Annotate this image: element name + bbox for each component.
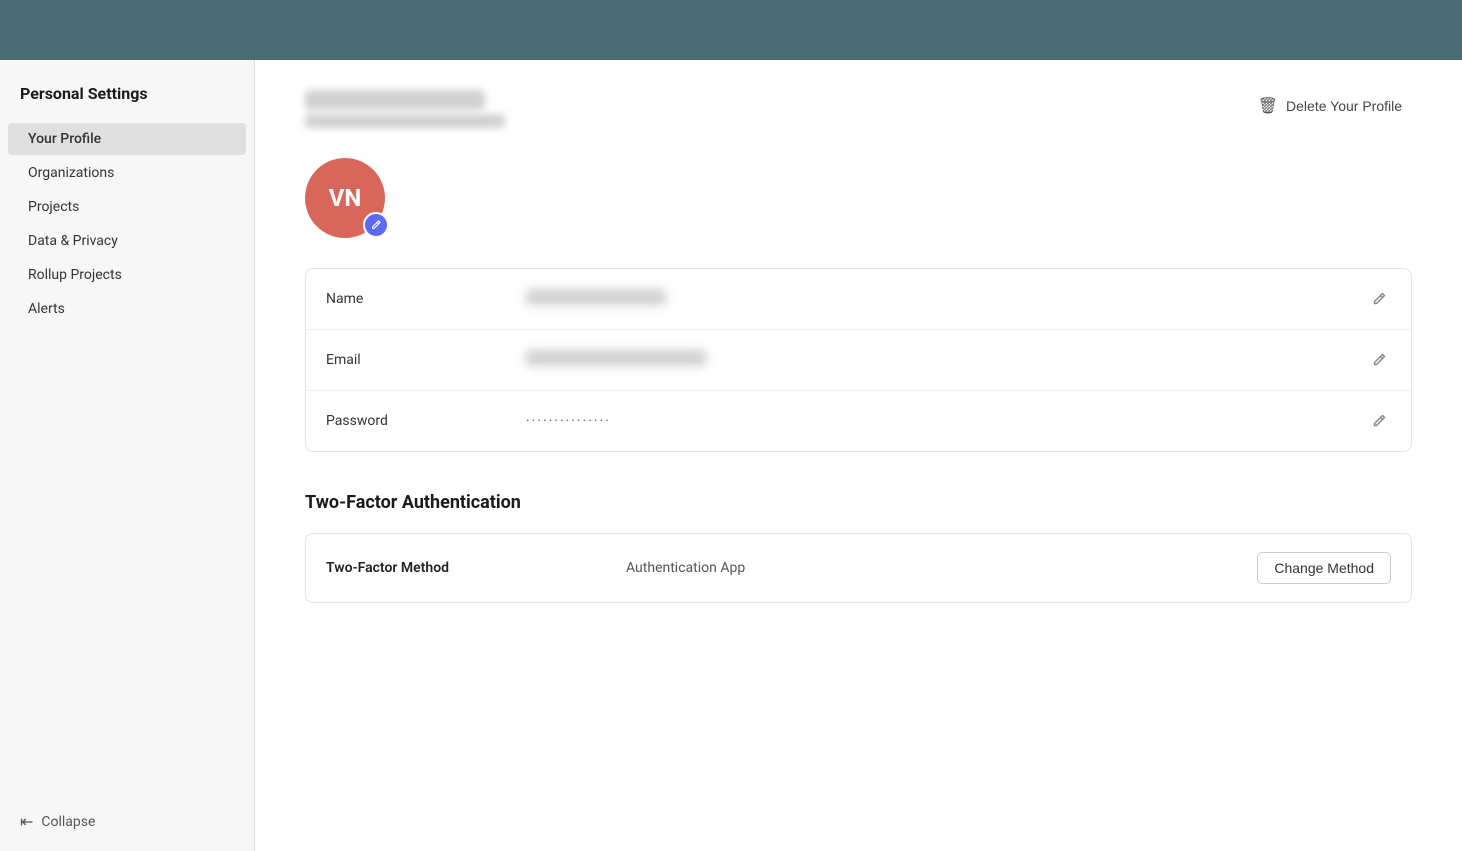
collapse-label: Collapse — [41, 814, 95, 830]
change-method-button[interactable]: Change Method — [1257, 552, 1391, 584]
profile-header: 🗑 Delete Your Profile — [305, 90, 1412, 128]
name-row: Name — [306, 269, 1411, 330]
tfa-method-label: Two-Factor Method — [326, 560, 626, 576]
tfa-method-value: Authentication App — [626, 560, 1257, 576]
sidebar-item-your-profile[interactable]: Your Profile — [8, 123, 246, 155]
main-content: 🗑 Delete Your Profile VN Name — [255, 60, 1462, 851]
name-edit-icon — [1371, 291, 1387, 307]
name-value — [526, 289, 1367, 309]
email-row: Email — [306, 330, 1411, 391]
tfa-section-title: Two-Factor Authentication — [305, 492, 1412, 513]
collapse-icon: ⇤ — [20, 812, 33, 831]
delete-profile-label: Delete Your Profile — [1286, 98, 1402, 114]
email-edit-icon — [1371, 352, 1387, 368]
password-dots: ··············· — [526, 413, 611, 429]
sidebar-item-projects[interactable]: Projects — [8, 191, 246, 223]
email-edit-button[interactable] — [1367, 348, 1391, 372]
profile-info-table: Name Email — [305, 268, 1412, 452]
name-edit-button[interactable] — [1367, 287, 1391, 311]
sidebar: Personal Settings Your Profile Organizat… — [0, 60, 255, 851]
collapse-button[interactable]: ⇤ Collapse — [0, 792, 254, 851]
avatar-section: VN — [305, 158, 385, 238]
name-label: Name — [326, 291, 526, 307]
sidebar-nav: Your Profile Organizations Projects Data… — [0, 123, 254, 325]
sidebar-item-organizations[interactable]: Organizations — [8, 157, 246, 189]
name-blurred — [526, 289, 666, 305]
email-label: Email — [326, 352, 526, 368]
edit-pencil-icon — [370, 219, 382, 231]
password-edit-icon — [1371, 413, 1387, 429]
email-blurred — [526, 350, 706, 366]
sidebar-item-rollup-projects[interactable]: Rollup Projects — [8, 259, 246, 291]
top-bar — [0, 0, 1462, 60]
tfa-method-row: Two-Factor Method Authentication App Cha… — [306, 534, 1411, 602]
profile-name-block — [305, 90, 505, 128]
avatar-initials: VN — [329, 184, 362, 212]
avatar-edit-button[interactable] — [363, 212, 389, 238]
profile-email-blurred — [305, 114, 505, 128]
password-value: ··············· — [526, 413, 1367, 429]
sidebar-item-data-privacy[interactable]: Data & Privacy — [8, 225, 246, 257]
change-method-label: Change Method — [1274, 560, 1374, 576]
delete-profile-button[interactable]: 🗑 Delete Your Profile — [1248, 90, 1412, 122]
password-label: Password — [326, 413, 526, 429]
trash-icon: 🗑 — [1258, 96, 1278, 116]
password-edit-button[interactable] — [1367, 409, 1391, 433]
sidebar-item-alerts[interactable]: Alerts — [8, 293, 246, 325]
sidebar-title: Personal Settings — [0, 84, 254, 123]
email-value — [526, 350, 1367, 370]
profile-name-blurred — [305, 90, 485, 110]
password-row: Password ··············· — [306, 391, 1411, 451]
tfa-table: Two-Factor Method Authentication App Cha… — [305, 533, 1412, 603]
